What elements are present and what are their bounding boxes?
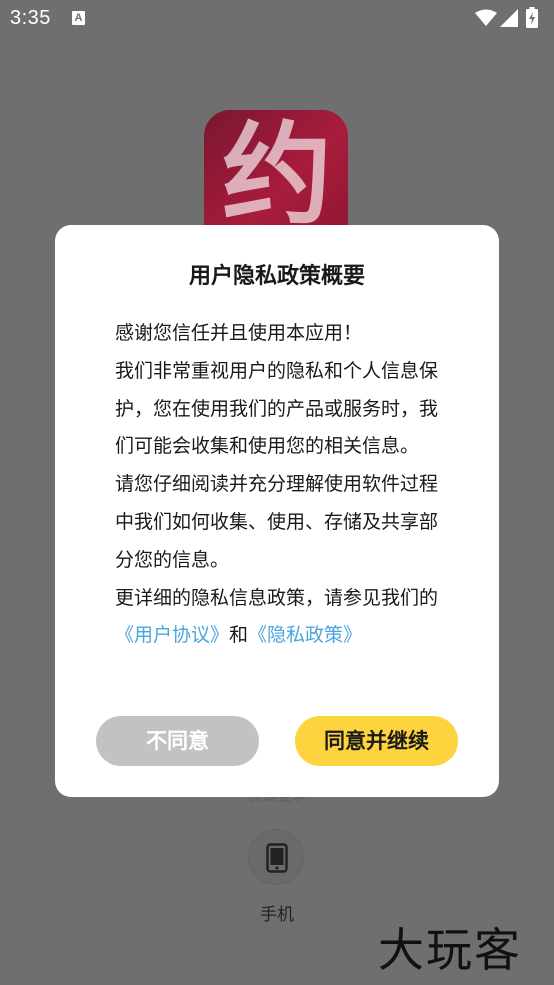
disagree-button[interactable]: 不同意 [96, 716, 259, 766]
agree-continue-button[interactable]: 同意并继续 [295, 716, 458, 766]
phone-login-button[interactable] [248, 829, 304, 885]
app-logo-glyph: 约 [222, 111, 332, 239]
dialog-title: 用户隐私政策概要 [188, 264, 365, 289]
battery-icon [526, 7, 538, 28]
signal-icon [500, 9, 518, 27]
watermark: 大玩客 [378, 923, 522, 977]
notification-icon: A [72, 11, 85, 25]
dialog-body: 感谢您信任并且使用本应用！ 我们非常重视用户的隐私和个人信息保护，您在使用我们的… [115, 315, 445, 655]
status-bar: 3:35 A [0, 0, 554, 38]
phone-icon [266, 843, 288, 873]
wifi-icon [475, 9, 497, 26]
dialog-paragraph: 我们非常重视用户的隐私和个人信息保护，您在使用我们的产品或服务时，我们可能会收集… [115, 359, 439, 458]
user-agreement-link[interactable]: 《用户协议》 [115, 624, 229, 646]
dialog-paragraph: 感谢您信任并且使用本应用！ [115, 322, 363, 344]
dialog-paragraph: 请您仔细阅读并充分理解使用软件过程中我们如何收集、使用、存储及共享部分您的信息。 [115, 473, 439, 571]
dialog-paragraph: 更详细的隐私信息政策，请参见我们的《用户协议》和《隐私政策》 [115, 580, 445, 656]
dialog-links-prefix: 更详细的隐私信息政策，请参见我们的 [115, 586, 439, 609]
privacy-policy-link[interactable]: 《隐私政策》 [248, 624, 362, 646]
dialog-conjunction: 和 [229, 624, 249, 647]
status-time: 3:35 [10, 7, 51, 29]
privacy-dialog: 用户隐私政策概要 感谢您信任并且使用本应用！ 我们非常重视用户的隐私和个人信息保… [55, 225, 499, 797]
